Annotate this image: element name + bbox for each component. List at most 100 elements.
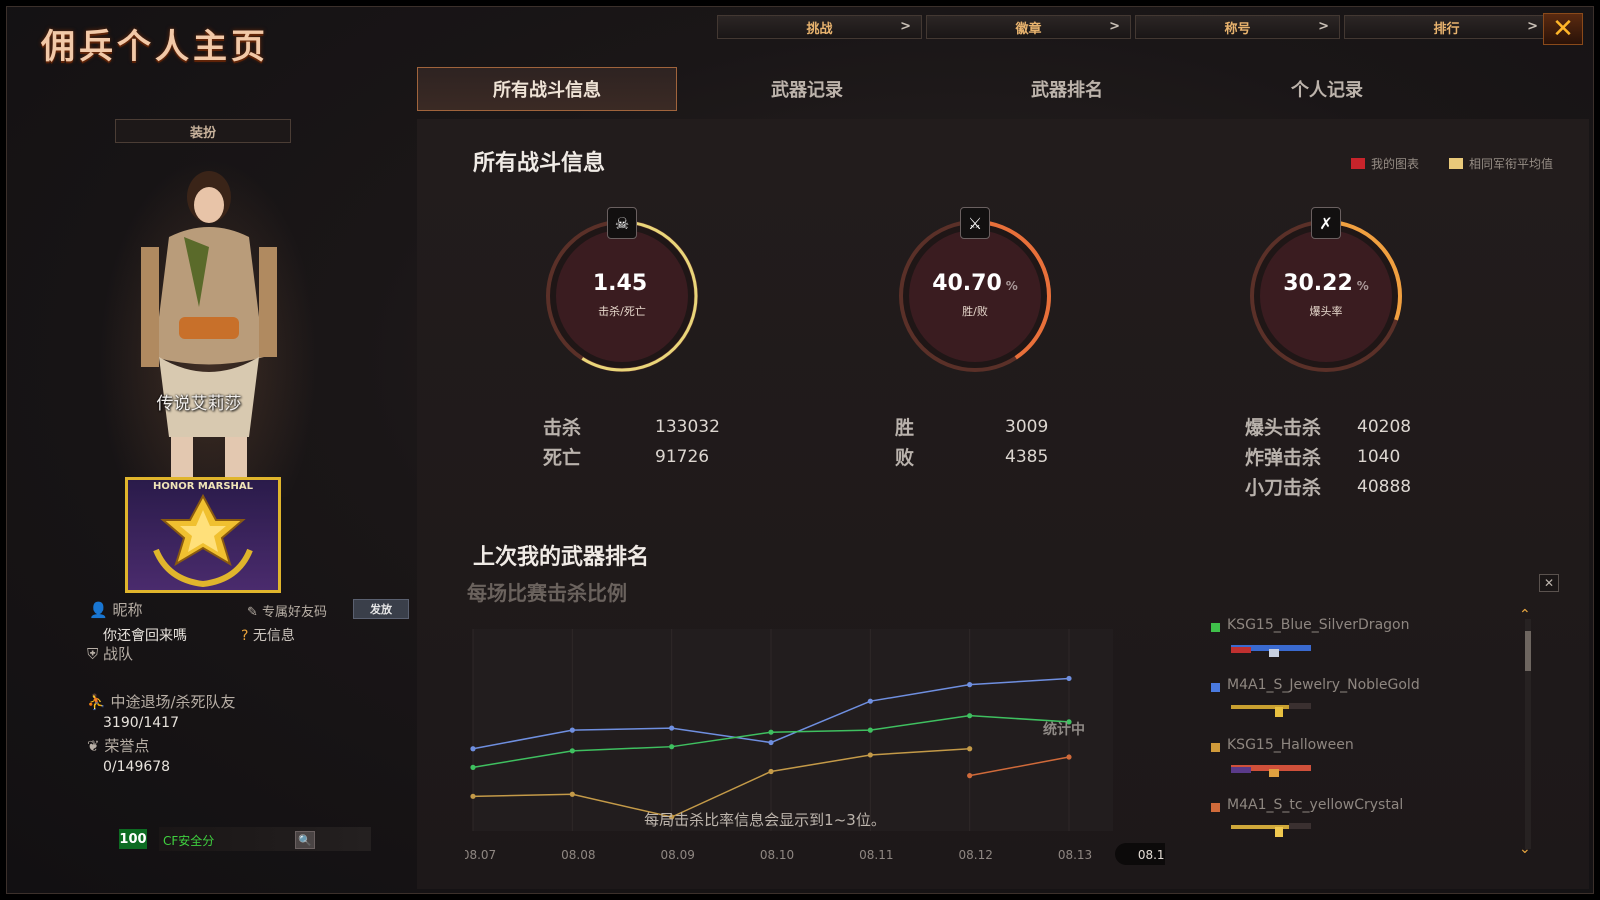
friend-code-value: ? 无信息 [241, 625, 295, 645]
team-label: ⛨ 战队 [87, 643, 133, 664]
rifle-icon [1231, 703, 1311, 717]
question-icon: ? [241, 628, 249, 644]
series-dot [1211, 743, 1220, 752]
data-point [867, 752, 873, 758]
knife-kills-label: 小刀击杀 [1245, 477, 1322, 499]
top-nav: 挑战 > 徽章 > 称号 > 排行 > [717, 15, 1549, 39]
list-item[interactable]: KSG15_Blue_SilverDragon [1207, 615, 1527, 675]
winrate-unit: % [1005, 279, 1018, 293]
friend-code-value-text: 无信息 [252, 628, 295, 644]
data-point [967, 746, 973, 752]
headshot-gauge: ✗ 30.22% 爆头率 [1241, 207, 1411, 381]
scroll-down-icon[interactable]: ⌄ [1519, 841, 1531, 857]
rank-badge-text: HONOR MARSHAL [153, 481, 253, 492]
x-tick-label[interactable]: 08.13 [1058, 848, 1092, 862]
weapon-name: M4A1_S_tc_yellowCrystal [1227, 797, 1404, 813]
list-item[interactable]: M4A1_S_Jewelry_NobleGold [1207, 675, 1527, 735]
security-score: 100 [119, 829, 147, 849]
data-point [967, 713, 973, 719]
tab-weapon-ranking[interactable]: 武器排名 [937, 67, 1197, 111]
main-panel: 所有战斗信息 我的图表 相同军衔平均值 ☠ 1.45 击杀/死亡 ⚔ 40.70… [417, 119, 1589, 889]
weapon-list: KSG15_Blue_SilverDragon M4A1_S_Jewelry_N… [1207, 615, 1527, 855]
legend-swatch [1350, 158, 1365, 169]
rank-subtitle: 每场比赛击杀比例 [467, 581, 627, 605]
tag-icon: ✎ [247, 605, 258, 620]
nav-challenge-button[interactable]: 挑战 > [717, 15, 922, 39]
nickname-label-text: 昵称 [112, 601, 143, 619]
x-tick-label[interactable]: 08.07 [465, 848, 496, 862]
wins-label: 胜 [895, 417, 915, 439]
nav-ranking-button[interactable]: 排行 > [1344, 15, 1549, 39]
skull-icon: ☠ [607, 207, 637, 239]
data-point [569, 727, 575, 733]
x-tick-label[interactable]: 08.14 [1138, 848, 1165, 862]
send-button[interactable]: 发放 [353, 599, 409, 619]
quit-value: 3190/1417 [103, 715, 179, 731]
winrate-label: 胜/败 [962, 305, 988, 318]
search-icon[interactable]: 🔍 [295, 831, 315, 849]
kd-label: 击杀/死亡 [598, 305, 646, 318]
outfit-button[interactable]: 装扮 [115, 119, 291, 143]
scrollbar-thumb[interactable] [1525, 631, 1531, 671]
headshot-kills-value: 40208 [1357, 417, 1412, 437]
shotgun-icon [1231, 645, 1311, 657]
close-list-button[interactable]: ✕ [1539, 574, 1559, 592]
series-dot [1211, 803, 1220, 812]
tab-personal-records[interactable]: 个人记录 [1197, 67, 1457, 111]
kills-value: 133032 [655, 417, 720, 437]
app-title: 佣兵个人主页 [41, 27, 269, 67]
nav-title-button[interactable]: 称号 > [1135, 15, 1340, 39]
rifle-icon [1231, 823, 1311, 837]
data-point [470, 746, 476, 752]
series-dot [1211, 683, 1220, 692]
nav-label: 排行 [1433, 21, 1460, 37]
data-point [967, 682, 973, 688]
x-tick-label[interactable]: 08.12 [958, 848, 992, 862]
crossed-swords-icon: ⚔ [960, 207, 990, 239]
rank-title: 上次我的武器排名 [473, 545, 650, 570]
x-tick-label[interactable]: 08.09 [660, 848, 694, 862]
chevron-right-icon: > [1527, 19, 1538, 34]
list-item[interactable]: M4A1_S_tc_yellowCrystal [1207, 795, 1527, 855]
nickname-value: 你还會回来嗎 [103, 628, 187, 644]
close-button[interactable]: ✕ [1543, 13, 1583, 45]
security-label: CF安全分 [163, 834, 215, 848]
team-label-text: 战队 [103, 645, 134, 663]
weapon-name: KSG15_Halloween [1227, 737, 1354, 753]
knife-kills-value: 40888 [1357, 477, 1412, 497]
deaths-label: 死亡 [543, 447, 582, 469]
crosshair-icon: ✗ [1311, 207, 1341, 239]
weapon-name: KSG15_Blue_SilverDragon [1227, 617, 1410, 633]
data-point [768, 729, 774, 735]
winrate-value: 40.70% [890, 271, 1060, 296]
list-item[interactable]: KSG15_Halloween [1207, 735, 1527, 795]
data-point [967, 773, 973, 779]
headshot-kills-label: 爆头击杀 [1245, 417, 1322, 439]
kills-label: 击杀 [543, 417, 582, 439]
data-point [1066, 754, 1072, 760]
nav-badge-button[interactable]: 徽章 > [926, 15, 1131, 39]
data-point [470, 764, 476, 770]
chart-footnote: 每局击杀比率信息会显示到1~3位。 [644, 811, 886, 829]
data-point [669, 744, 675, 750]
x-tick-label[interactable]: 08.11 [859, 848, 893, 862]
legend: 我的图表 相同军衔平均值 [1350, 155, 1553, 172]
character-portrait [99, 157, 319, 497]
x-tick-label[interactable]: 08.08 [561, 848, 595, 862]
rank-emblem-icon [153, 493, 253, 588]
scrollbar[interactable] [1525, 619, 1531, 849]
kd-value-number: 1.45 [592, 271, 648, 296]
bomb-kills-value: 1040 [1357, 447, 1401, 467]
data-point [867, 698, 873, 704]
user-icon: 👤 [89, 601, 108, 619]
nav-label: 称号 [1224, 21, 1251, 37]
honor-value: 0/149678 [103, 759, 171, 775]
kd-gauge: ☠ 1.45 击杀/死亡 [537, 207, 707, 381]
friend-code-label-text: 专属好友码 [262, 605, 328, 620]
tab-all-battle-info[interactable]: 所有战斗信息 [417, 67, 677, 111]
legend-label: 我的图表 [1370, 157, 1419, 171]
honor-label: ❦ 荣誉点 [87, 735, 149, 756]
tab-weapon-records[interactable]: 武器记录 [677, 67, 937, 111]
x-tick-label[interactable]: 08.10 [760, 848, 794, 862]
bomb-kills-label: 炸弹击杀 [1245, 447, 1322, 469]
